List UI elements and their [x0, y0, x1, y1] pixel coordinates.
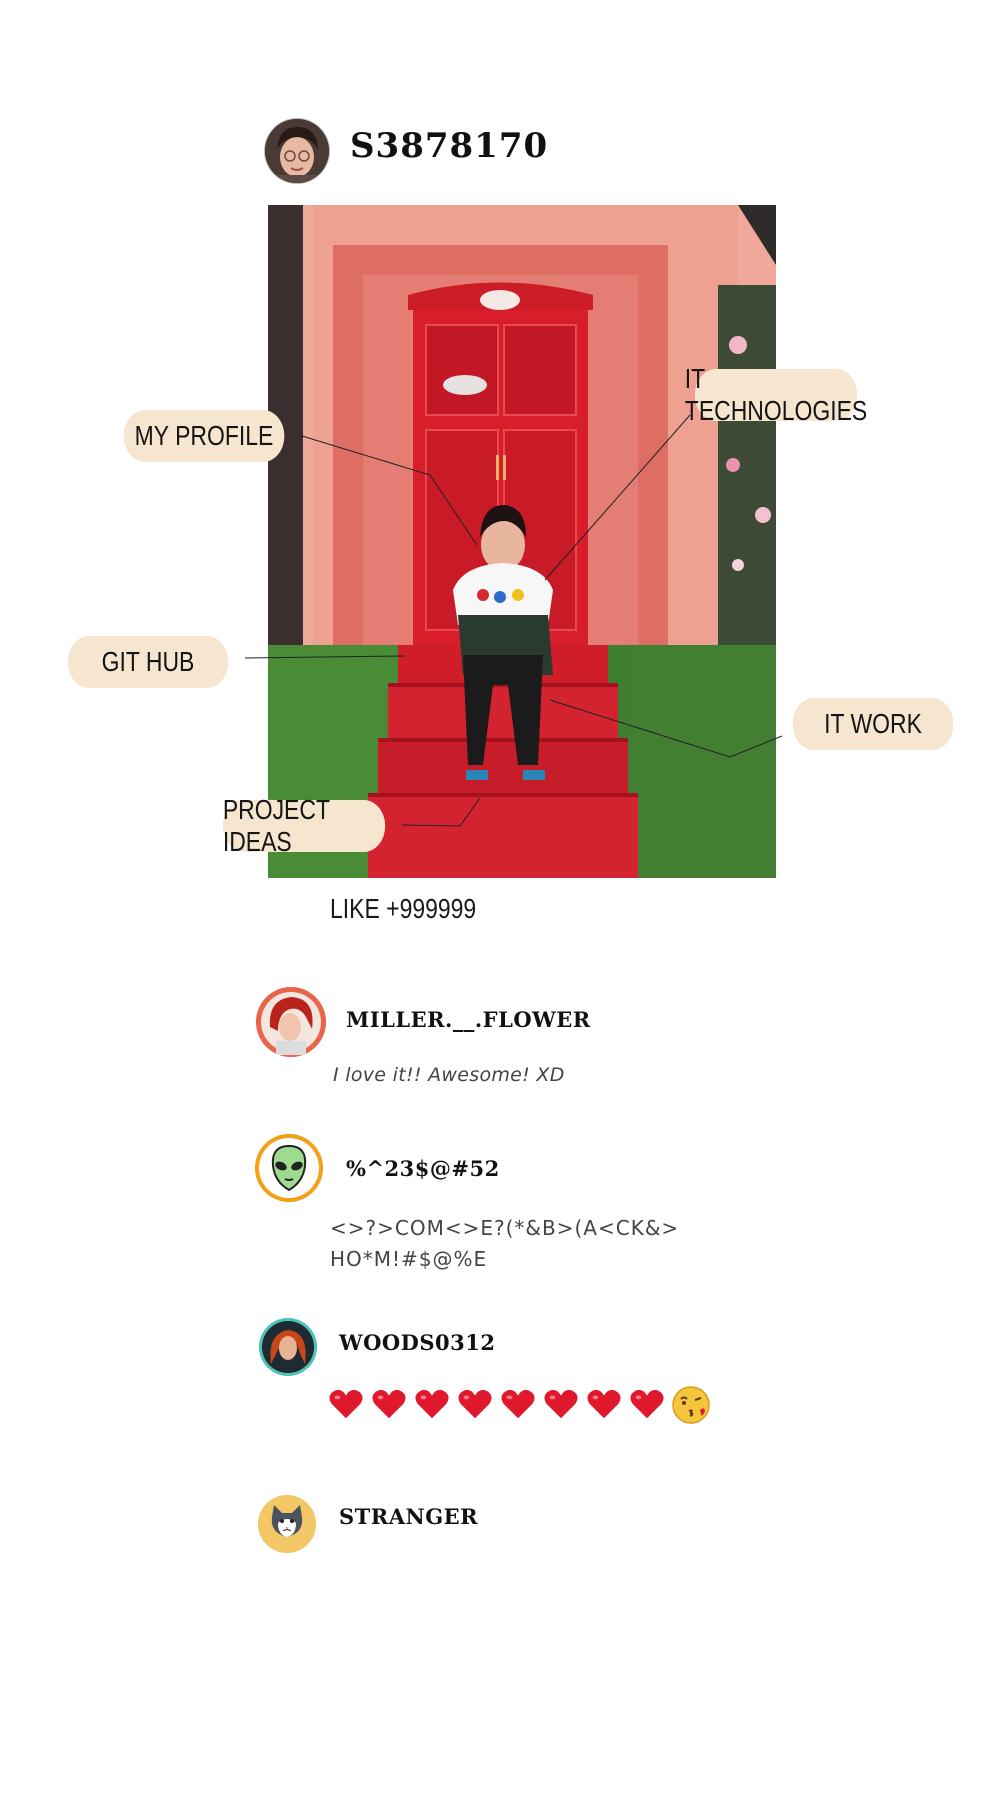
- post-photo: [268, 205, 776, 878]
- it-technologies-label: IT TECHNOLOGIES: [684, 363, 868, 426]
- post-author-username[interactable]: S3878170: [350, 126, 548, 166]
- comment-avatar[interactable]: [256, 987, 326, 1057]
- kiss-face-icon: [672, 1386, 710, 1424]
- heart-icon: [372, 1389, 406, 1419]
- git-hub-label: GIT HUB: [101, 646, 195, 677]
- heart-icon: [329, 1389, 363, 1419]
- it-technologies-link[interactable]: IT TECHNOLOGIES: [685, 363, 867, 426]
- git-hub-link[interactable]: GIT HUB: [67, 636, 229, 688]
- comment-username[interactable]: %^23$@#52: [346, 1156, 500, 1181]
- heart-icon: [587, 1389, 621, 1419]
- comment-avatar[interactable]: [255, 1134, 323, 1202]
- like-count[interactable]: LIKE +999999: [330, 893, 476, 925]
- comment-text-line-1: <>?>COM<>E?(*&B>(A<CK&>: [330, 1216, 680, 1240]
- project-ideas-link[interactable]: PROJECT IDEAS: [222, 794, 386, 857]
- cat-icon: [258, 1495, 316, 1553]
- redhead-avatar-icon: [256, 987, 326, 1057]
- heart-icon: [415, 1389, 449, 1419]
- project-ideas-label: PROJECT IDEAS: [222, 794, 330, 857]
- it-work-label: IT WORK: [824, 708, 922, 739]
- heart-icon: [458, 1389, 492, 1419]
- comment-username[interactable]: MILLER.__.FLOWER: [346, 1007, 591, 1032]
- comment-avatar[interactable]: [259, 1318, 317, 1376]
- alien-icon: [255, 1134, 323, 1202]
- my-profile-label: MY PROFILE: [134, 420, 274, 451]
- it-work-link[interactable]: IT WORK: [792, 698, 954, 750]
- heart-icon: [501, 1389, 535, 1419]
- woman-avatar-icon: [259, 1318, 317, 1376]
- comment-username[interactable]: WOODS0312: [339, 1330, 496, 1355]
- comment-avatar[interactable]: [258, 1495, 316, 1553]
- heart-icon: [544, 1389, 578, 1419]
- comment-text: I love it!! Awesome! XD: [333, 1064, 565, 1086]
- comment-username[interactable]: STRANGER: [339, 1504, 478, 1529]
- heart-icon: [630, 1389, 664, 1419]
- my-profile-link[interactable]: MY PROFILE: [123, 410, 285, 462]
- post-author-avatar[interactable]: [265, 119, 329, 183]
- comment-emoji-reactions: [327, 1385, 711, 1425]
- comment-text-line-2: HO*M!#$@%E: [330, 1247, 488, 1271]
